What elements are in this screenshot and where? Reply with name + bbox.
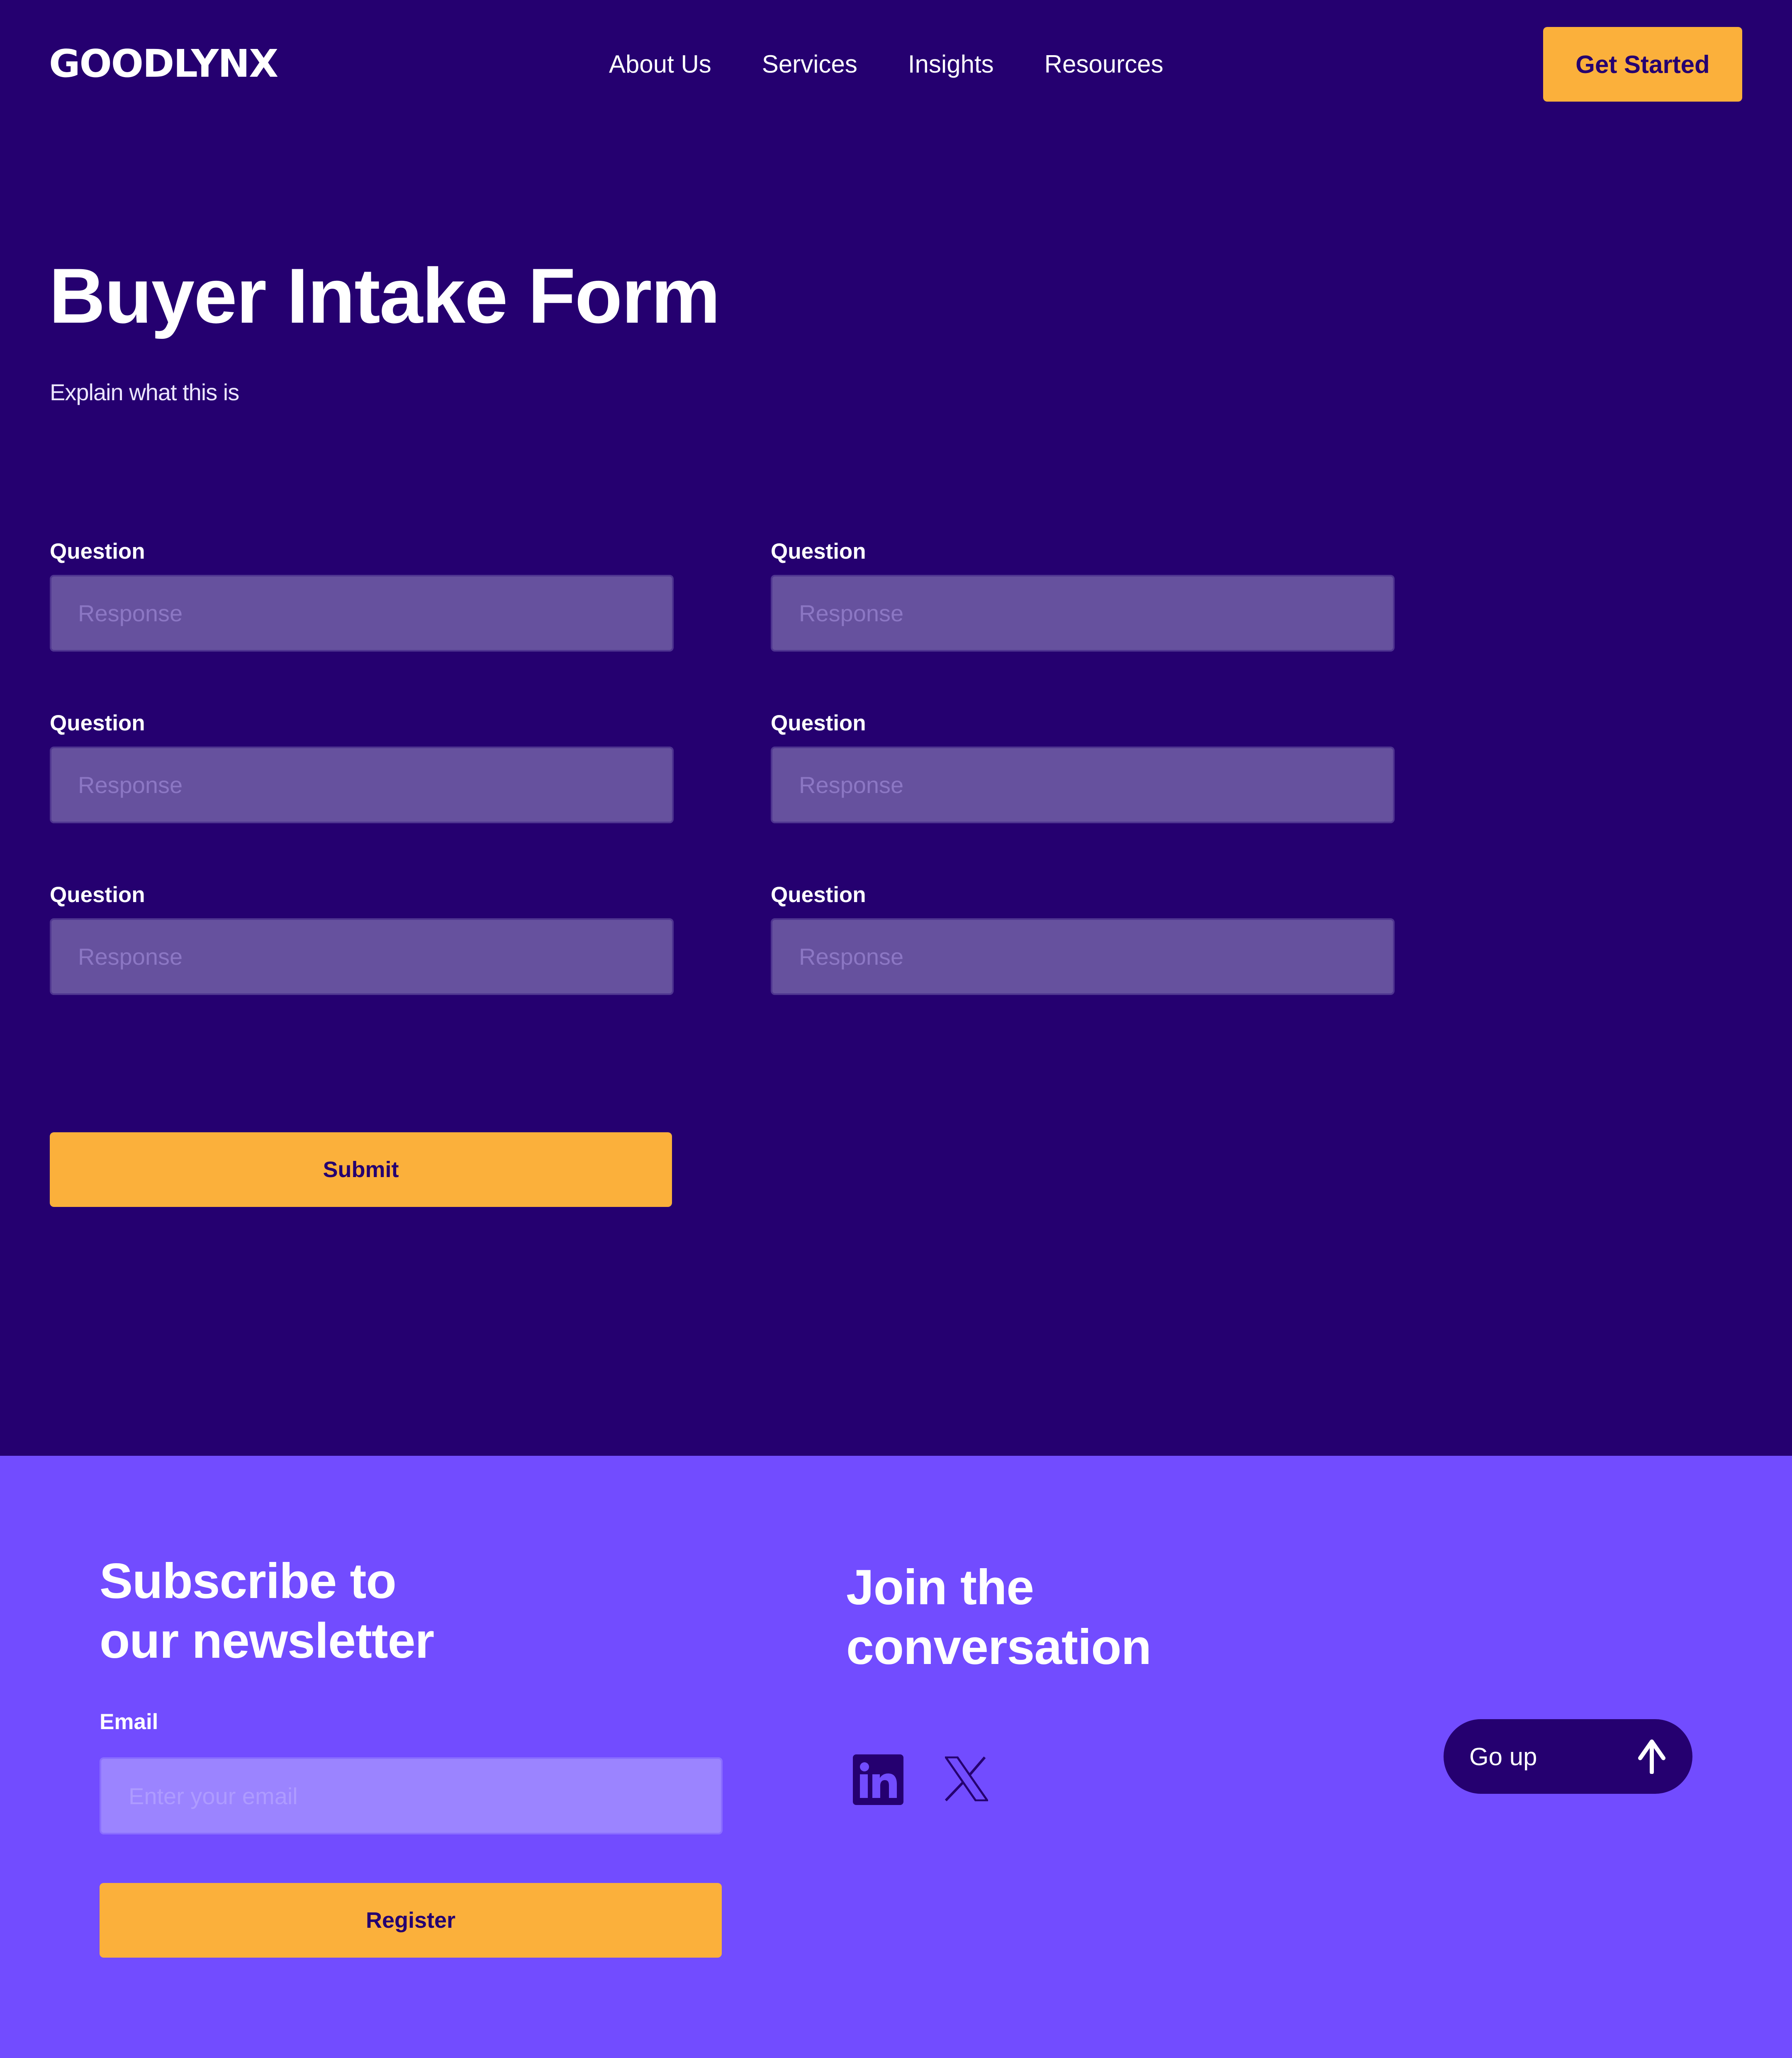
nav-item-resources[interactable]: Resources (1045, 52, 1164, 77)
form-field: Question (50, 711, 674, 823)
field-label: Question (50, 883, 145, 907)
response-input[interactable] (50, 575, 674, 652)
response-input[interactable] (50, 918, 674, 995)
main-section: GOODLYNX About Us Services Insights Reso… (0, 0, 1792, 1456)
linkedin-link[interactable] (853, 1754, 903, 1805)
go-up-label: Go up (1469, 1742, 1537, 1771)
register-button[interactable]: Register (100, 1883, 722, 1958)
submit-button[interactable]: Submit (50, 1132, 672, 1207)
form-field: Question (50, 883, 674, 995)
nav-item-insights[interactable]: Insights (908, 52, 994, 77)
email-input[interactable] (100, 1757, 723, 1834)
response-input[interactable] (771, 747, 1395, 823)
page-subtitle: Explain what this is (50, 379, 239, 405)
get-started-button[interactable]: Get Started (1543, 27, 1742, 102)
newsletter-heading-line1: Subscribe to (100, 1553, 397, 1609)
x-link[interactable] (945, 1756, 988, 1801)
arrow-up-icon (1638, 1739, 1665, 1774)
go-up-button[interactable]: Go up (1444, 1719, 1692, 1794)
form-field: Question (771, 711, 1395, 823)
field-label: Question (50, 711, 145, 735)
field-label: Question (771, 883, 866, 907)
response-input[interactable] (771, 918, 1395, 995)
form-field: Question (771, 539, 1395, 652)
social-heading-line2: conversation (846, 1619, 1152, 1675)
linkedin-icon (853, 1754, 903, 1805)
newsletter-heading: Subscribe to our newsletter (100, 1551, 434, 1671)
form-field: Question (50, 539, 674, 652)
nav-item-about-us[interactable]: About Us (609, 52, 711, 77)
logo-text: GOODLYNX (49, 41, 278, 86)
field-label: Question (771, 711, 866, 735)
response-input[interactable] (771, 575, 1395, 652)
field-label: Question (771, 539, 866, 564)
social-heading-line1: Join the (846, 1559, 1034, 1615)
nav-item-services[interactable]: Services (762, 52, 857, 77)
newsletter-heading-line2: our newsletter (100, 1613, 434, 1669)
email-label: Email (100, 1710, 158, 1734)
form-field: Question (771, 883, 1395, 995)
response-input[interactable] (50, 747, 674, 823)
page-title: Buyer Intake Form (49, 252, 721, 339)
social-heading: Join the conversation (846, 1557, 1152, 1677)
brand-logo[interactable]: GOODLYNX (49, 41, 278, 86)
main-nav: About Us Services Insights Resources (609, 46, 1163, 83)
x-icon (945, 1756, 988, 1801)
field-label: Question (50, 539, 145, 564)
